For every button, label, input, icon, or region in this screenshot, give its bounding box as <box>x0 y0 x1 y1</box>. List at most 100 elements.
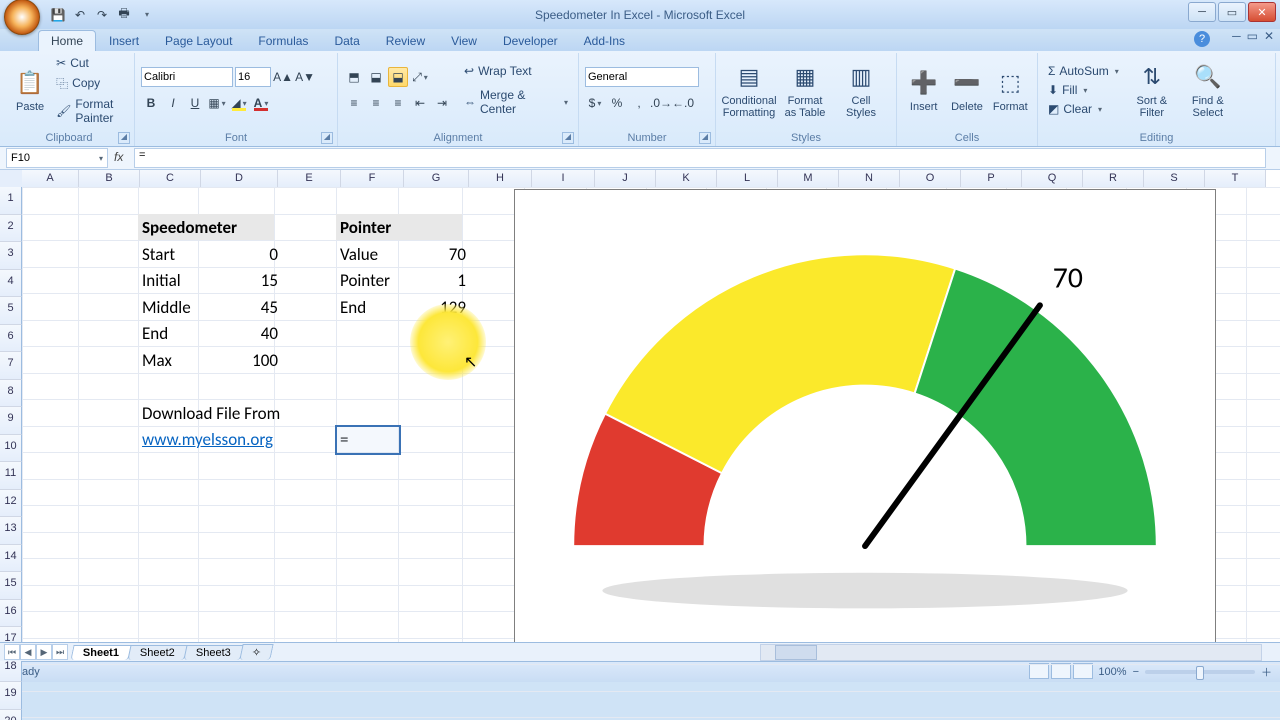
column-header[interactable]: B <box>79 170 140 188</box>
wrap-text-button[interactable]: ↩Wrap Text <box>460 62 572 80</box>
autosum-button[interactable]: ΣAutoSum <box>1044 62 1123 80</box>
tab-review[interactable]: Review <box>373 30 438 51</box>
insert-cells-button[interactable]: ➕Insert <box>903 64 944 116</box>
align-top-button[interactable]: ⬒ <box>344 67 364 87</box>
office-button[interactable] <box>4 0 40 35</box>
cell-C4[interactable]: Initial <box>138 267 206 296</box>
grow-font-button[interactable]: A▲ <box>273 67 293 87</box>
horizontal-scrollbar[interactable] <box>760 644 1262 661</box>
tab-nav-prev-button[interactable]: ◀ <box>20 644 36 660</box>
merge-center-button[interactable]: ⇔Merge & Center <box>460 86 572 118</box>
row-header[interactable]: 10 <box>0 435 22 463</box>
column-header[interactable]: H <box>469 170 532 188</box>
row-header[interactable]: 11 <box>0 462 22 490</box>
new-sheet-button[interactable]: ✧ <box>239 644 274 660</box>
tab-addins[interactable]: Add-Ins <box>571 30 638 51</box>
find-select-button[interactable]: 🔍Find & Select <box>1181 58 1235 122</box>
paste-button[interactable]: 📋 Paste <box>10 64 50 116</box>
fx-icon[interactable]: fx <box>114 150 130 166</box>
column-header[interactable]: I <box>532 170 595 188</box>
increase-decimal-button[interactable]: .0→ <box>651 93 671 113</box>
font-name-combo[interactable] <box>141 67 233 87</box>
column-header[interactable]: E <box>278 170 341 188</box>
row-header[interactable]: 4 <box>0 270 22 298</box>
column-header[interactable]: A <box>22 170 79 188</box>
embedded-chart[interactable]: 70 <box>514 189 1216 646</box>
row-header[interactable]: 16 <box>0 600 22 628</box>
row-header[interactable]: 1 <box>0 187 22 215</box>
border-button[interactable]: ▦ <box>207 93 227 113</box>
italic-button[interactable]: I <box>163 93 183 113</box>
font-size-combo[interactable] <box>235 67 271 87</box>
sort-filter-button[interactable]: ⇅Sort & Filter <box>1125 58 1179 122</box>
format-painter-button[interactable]: 🖌Format Painter <box>52 95 128 127</box>
row-header[interactable]: 12 <box>0 490 22 518</box>
column-header[interactable]: S <box>1144 170 1205 188</box>
row-header[interactable]: 6 <box>0 325 22 353</box>
row-header[interactable]: 15 <box>0 572 22 600</box>
cell-F4[interactable]: Pointer <box>336 267 406 296</box>
increase-indent-button[interactable]: ⇥ <box>432 93 452 113</box>
cell-C9[interactable]: Download File From <box>138 399 284 428</box>
help-icon[interactable]: ? <box>1194 31 1210 47</box>
format-cells-button[interactable]: ⬚Format <box>990 64 1031 116</box>
name-box[interactable]: F10▾ <box>6 148 108 168</box>
align-left-button[interactable]: ≡ <box>344 93 364 113</box>
number-format-combo[interactable] <box>585 67 699 87</box>
sheet-tab-1[interactable]: Sheet1 <box>70 645 131 660</box>
row-header[interactable]: 3 <box>0 242 22 270</box>
decrease-decimal-button[interactable]: ←.0 <box>673 93 693 113</box>
row-header[interactable]: 8 <box>0 380 22 408</box>
cell-G4[interactable]: 1 <box>398 267 470 296</box>
font-color-button[interactable]: A <box>251 93 271 113</box>
sheet-tab-2[interactable]: Sheet2 <box>127 645 187 660</box>
cell-C3[interactable]: Start <box>138 240 206 269</box>
fill-color-button[interactable]: ◢ <box>229 93 249 113</box>
align-center-button[interactable]: ≡ <box>366 93 386 113</box>
row-header[interactable]: 13 <box>0 517 22 545</box>
cell-G3[interactable]: 70 <box>398 240 470 269</box>
ribbon-minimize-button[interactable]: ─ <box>1232 29 1241 43</box>
row-header[interactable]: 7 <box>0 352 22 380</box>
cell-D3[interactable]: 0 <box>198 240 282 269</box>
cell-D6[interactable]: 40 <box>198 320 282 349</box>
orientation-button[interactable]: ⤢ <box>410 67 430 87</box>
tab-nav-first-button[interactable]: ⏮ <box>4 644 20 660</box>
bold-button[interactable]: B <box>141 93 161 113</box>
shrink-font-button[interactable]: A▼ <box>295 67 315 87</box>
column-header[interactable]: L <box>717 170 778 188</box>
delete-cells-button[interactable]: ➖Delete <box>946 64 987 116</box>
cell-D5[interactable]: 45 <box>198 293 282 322</box>
tab-page-layout[interactable]: Page Layout <box>152 30 245 51</box>
row-header[interactable]: 9 <box>0 407 22 435</box>
alignment-dialog-launcher[interactable]: ◢ <box>562 132 574 144</box>
accounting-format-button[interactable]: $ <box>585 93 605 113</box>
tab-developer[interactable]: Developer <box>490 30 571 51</box>
maximize-button[interactable]: ▭ <box>1218 2 1246 22</box>
cell-styles-button[interactable]: ▥Cell Styles <box>834 58 888 122</box>
row-header[interactable]: 19 <box>0 682 22 710</box>
column-header[interactable]: K <box>656 170 717 188</box>
tab-home[interactable]: Home <box>38 30 96 51</box>
row-header[interactable]: 2 <box>0 215 22 243</box>
align-right-button[interactable]: ≡ <box>388 93 408 113</box>
cell-D7[interactable]: 100 <box>198 346 282 375</box>
fill-button[interactable]: ⬇Fill <box>1044 81 1123 99</box>
number-dialog-launcher[interactable]: ◢ <box>699 132 711 144</box>
zoom-level[interactable]: 100% <box>1098 666 1126 678</box>
cell-F10[interactable]: = <box>336 426 406 455</box>
workbook-restore-button[interactable]: ▭ <box>1247 29 1258 43</box>
zoom-slider[interactable] <box>1145 670 1255 674</box>
sheet-tab-3[interactable]: Sheet3 <box>183 645 243 660</box>
column-header[interactable]: D <box>201 170 278 188</box>
cell-D4[interactable]: 15 <box>198 267 282 296</box>
tab-nav-last-button[interactable]: ⏭ <box>52 644 68 660</box>
column-header[interactable]: F <box>341 170 404 188</box>
row-header[interactable]: 14 <box>0 545 22 573</box>
row-header[interactable]: 20 <box>0 710 22 720</box>
tab-formulas[interactable]: Formulas <box>245 30 321 51</box>
align-middle-button[interactable]: ⬓ <box>366 67 386 87</box>
zoom-in-button[interactable]: ＋ <box>1261 664 1272 680</box>
underline-button[interactable]: U <box>185 93 205 113</box>
decrease-indent-button[interactable]: ⇤ <box>410 93 430 113</box>
